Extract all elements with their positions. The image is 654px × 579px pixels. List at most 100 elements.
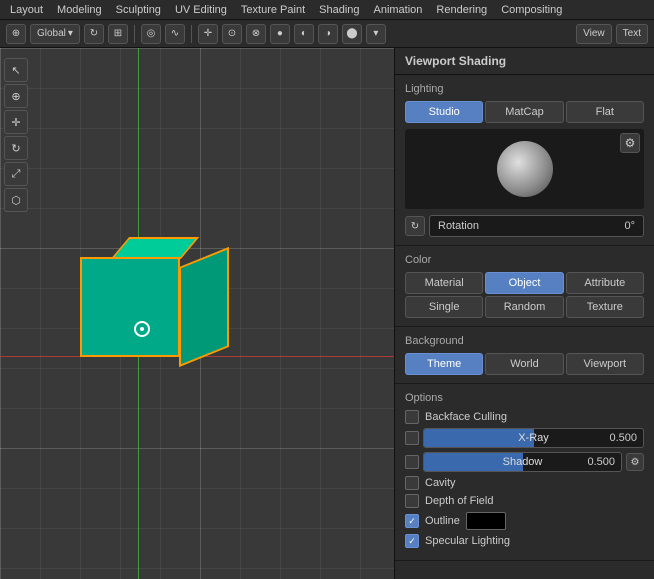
menu-compositing[interactable]: Compositing [495, 2, 568, 18]
cube-top-face [110, 237, 198, 259]
cavity-row: Cavity [405, 476, 644, 490]
backface-culling-checkbox[interactable] [405, 410, 419, 424]
toolbar-shading-dropdown[interactable]: ▾ [366, 24, 386, 44]
menu-sculpting[interactable]: Sculpting [110, 2, 167, 18]
rotate-tool-btn[interactable]: ↻ [4, 136, 28, 160]
cursor-tool-btn[interactable]: ⊕ [4, 84, 28, 108]
color-attribute-btn[interactable]: Attribute [566, 272, 644, 294]
lighting-label: Lighting [405, 83, 644, 95]
3d-cube-object[interactable] [70, 237, 230, 377]
lighting-matcap-btn[interactable]: MatCap [485, 101, 563, 123]
outline-checkbox[interactable]: ✓ [405, 514, 419, 528]
toolbar-icon-1[interactable]: ⊕ [6, 24, 26, 44]
options-label: Options [405, 392, 644, 404]
viewport-left-toolbar: ↖ ⊕ ✛ ↻ ⤢ ⬡ [4, 58, 28, 212]
toolbar-sep-1 [134, 25, 135, 43]
bg-theme-btn[interactable]: Theme [405, 353, 483, 375]
color-object-btn[interactable]: Object [485, 272, 563, 294]
shadow-toggle[interactable] [405, 455, 419, 469]
menu-animation[interactable]: Animation [368, 2, 429, 18]
rotation-label: Rotation [438, 220, 479, 232]
menu-rendering[interactable]: Rendering [430, 2, 493, 18]
background-btn-group: Theme World Viewport [405, 353, 644, 375]
rotation-icon[interactable]: ↻ [405, 216, 425, 236]
xray-fill [424, 429, 534, 447]
menu-modeling[interactable]: Modeling [51, 2, 108, 18]
lighting-studio-btn[interactable]: Studio [405, 101, 483, 123]
color-random-btn[interactable]: Random [485, 296, 563, 318]
lighting-sphere[interactable] [497, 141, 553, 197]
chevron-down-icon: ▾ [68, 28, 73, 39]
color-texture-btn[interactable]: Texture [566, 296, 644, 318]
cube-mesh [70, 237, 230, 377]
toolbar-proportional-icon[interactable]: ◎ [141, 24, 161, 44]
view-button[interactable]: View [576, 24, 612, 44]
bg-viewport-btn[interactable]: Viewport [566, 353, 644, 375]
sphere-settings-btn[interactable]: ⚙ [620, 133, 640, 153]
side-panel: Viewport Shading Lighting Studio MatCap … [394, 48, 654, 579]
lighting-section: Lighting Studio MatCap Flat ⚙ ↻ Rotation… [395, 75, 654, 246]
color-btn-group-2: Single Random Texture [405, 296, 644, 318]
bg-world-btn[interactable]: World [485, 353, 563, 375]
color-btn-group-1: Material Object Attribute [405, 272, 644, 294]
xray-slider-label: X-Ray [518, 432, 549, 444]
background-label: Background [405, 335, 644, 347]
menu-shading[interactable]: Shading [313, 2, 365, 18]
dof-label: Depth of Field [425, 495, 493, 507]
3d-viewport[interactable]: ↖ ⊕ ✛ ↻ ⤢ ⬡ [0, 48, 394, 579]
color-label: Color [405, 254, 644, 266]
menu-texture-paint[interactable]: Texture Paint [235, 2, 311, 18]
move-tool-btn[interactable]: ✛ [4, 110, 28, 134]
color-single-btn[interactable]: Single [405, 296, 483, 318]
rotation-row: ↻ Rotation 0° [405, 215, 644, 237]
xray-toggle[interactable] [405, 431, 419, 445]
toolbar-overlay-icon[interactable]: ⊗ [246, 24, 266, 44]
toolbar-sep-2 [191, 25, 192, 43]
main-toolbar: ⊕ Global ▾ ↻ ⊞ ◎ ∿ ✛ ⊙ ⊗ ● ◐ ◑ ⬤ ▾ View … [0, 20, 654, 48]
scale-tool-btn[interactable]: ⤢ [4, 162, 28, 186]
toolbar-render-mode-icon[interactable]: ● [270, 24, 290, 44]
origin-indicator [134, 321, 150, 337]
rotation-field[interactable]: Rotation 0° [429, 215, 644, 237]
top-menu-bar: Layout Modeling Sculpting UV Editing Tex… [0, 0, 654, 20]
cavity-label: Cavity [425, 477, 456, 489]
cube-front-face [80, 257, 180, 357]
cube-right-face [179, 246, 229, 366]
toolbar-wave-icon[interactable]: ∿ [165, 24, 185, 44]
global-selector[interactable]: Global ▾ [30, 24, 80, 44]
text-button[interactable]: Text [616, 24, 648, 44]
main-area: ↖ ⊕ ✛ ↻ ⤢ ⬡ Viewport Shading Lighting St… [0, 48, 654, 579]
cavity-checkbox[interactable] [405, 476, 419, 490]
toolbar-material-icon[interactable]: ◑ [318, 24, 338, 44]
color-material-btn[interactable]: Material [405, 272, 483, 294]
specular-row: ✓ Specular Lighting [405, 534, 644, 548]
dof-row: Depth of Field [405, 494, 644, 508]
shadow-slider[interactable]: Shadow 0.500 [423, 452, 622, 472]
specular-checkbox[interactable]: ✓ [405, 534, 419, 548]
lighting-btn-group: Studio MatCap Flat [405, 101, 644, 123]
xray-row: X-Ray 0.500 [405, 428, 644, 448]
toolbar-rendered-icon[interactable]: ⬤ [342, 24, 362, 44]
dof-checkbox[interactable] [405, 494, 419, 508]
xray-slider[interactable]: X-Ray 0.500 [423, 428, 644, 448]
outline-label: Outline [425, 515, 460, 527]
lighting-flat-btn[interactable]: Flat [566, 101, 644, 123]
outline-color-box[interactable] [466, 512, 506, 530]
backface-culling-row: Backface Culling [405, 410, 644, 424]
toolbar-transform-icon[interactable]: ↻ [84, 24, 104, 44]
shadow-gear-btn[interactable]: ⚙ [626, 453, 644, 471]
shadow-row: Shadow 0.500 ⚙ [405, 452, 644, 472]
transform-tool-btn[interactable]: ⬡ [4, 188, 28, 212]
shadow-value: 0.500 [587, 456, 615, 468]
menu-uv-editing[interactable]: UV Editing [169, 2, 233, 18]
backface-culling-label: Backface Culling [425, 411, 507, 423]
menu-layout[interactable]: Layout [4, 2, 49, 18]
color-section: Color Material Object Attribute Single R… [395, 246, 654, 327]
toolbar-snap-icon[interactable]: ⊞ [108, 24, 128, 44]
toolbar-cursor-icon[interactable]: ✛ [198, 24, 218, 44]
toolbar-solid-icon[interactable]: ◐ [294, 24, 314, 44]
select-tool-btn[interactable]: ↖ [4, 58, 28, 82]
toolbar-view-icon[interactable]: ⊙ [222, 24, 242, 44]
background-section: Background Theme World Viewport [395, 327, 654, 384]
origin-dot-inner [140, 327, 144, 331]
